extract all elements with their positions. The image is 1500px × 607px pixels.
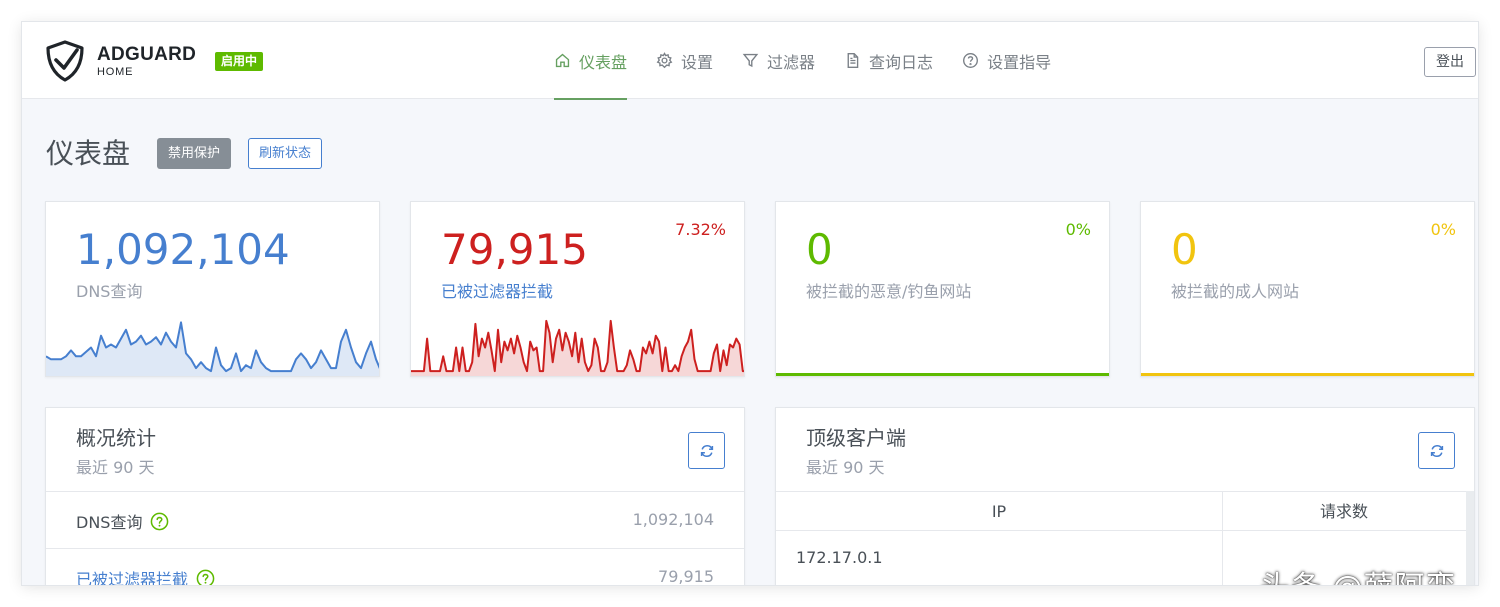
overview-panel: 概况统计 最近 90 天 DNS查询 1,092,104 已被过滤器拦截 79,… <box>45 407 745 585</box>
adult-sites-value: 0 <box>1171 225 1198 274</box>
top-clients-subtitle: 最近 90 天 <box>806 458 885 477</box>
document-icon <box>847 53 859 68</box>
adguard-logo-icon[interactable] <box>44 40 86 82</box>
brand-name: ADGUARD <box>97 44 197 65</box>
top-header: ADGUARD HOME 启用中 仪表盘 设置 过滤器 查询日志 设置指导 登出 <box>22 22 1478 100</box>
help-circle-icon <box>963 53 979 68</box>
nav-label: 过滤器 <box>767 52 816 72</box>
question-circle-icon[interactable] <box>150 512 169 531</box>
column-header-ip[interactable]: IP <box>776 492 1222 532</box>
nav-settings[interactable]: 设置 <box>656 22 713 99</box>
dns-queries-sparkline <box>46 314 379 376</box>
nav-label: 设置 <box>681 52 714 72</box>
nav-query-log[interactable]: 查询日志 <box>844 22 933 99</box>
blocked-filters-value: 79,915 <box>441 225 588 274</box>
logout-button[interactable]: 登出 <box>1424 47 1476 77</box>
table-scrollbar[interactable] <box>1466 491 1474 585</box>
adult-sites-bar <box>1141 373 1474 376</box>
malware-phishing-value: 0 <box>806 225 833 274</box>
protection-status-badge: 启用中 <box>215 52 264 71</box>
row-label-text: 已被过滤器拦截 <box>76 570 189 585</box>
page-title: 仪表盘 <box>46 137 131 170</box>
nav-label: 设置指导 <box>987 52 1052 72</box>
client-ip-cell: 172.17.0.1 <box>796 548 883 567</box>
adult-sites-percent: 0% <box>1430 220 1456 239</box>
overview-row-blocked: 已被过滤器拦截 79,915 <box>46 548 744 585</box>
overview-row-label: DNS查询 <box>76 509 169 533</box>
malware-phishing-card: 0% 0 被拦截的恶意/钓鱼网站 <box>775 201 1110 377</box>
nav-dashboard[interactable]: 仪表盘 <box>554 22 628 100</box>
top-clients-panel: 顶级客户端 最近 90 天 IP 请求数 172.17.0.1 <box>775 407 1475 585</box>
nav-setup-guide[interactable]: 设置指导 <box>962 22 1051 99</box>
app-window: ADGUARD HOME 启用中 仪表盘 设置 过滤器 查询日志 设置指导 登出… <box>22 22 1478 585</box>
blocked-filters-label[interactable]: 已被过滤器拦截 <box>441 278 553 302</box>
column-header-requests[interactable]: 请求数 <box>1222 492 1466 532</box>
overview-title: 概况统计 <box>76 426 156 450</box>
disable-protection-button[interactable]: 禁用保护 <box>157 138 232 169</box>
main-nav: 仪表盘 设置 过滤器 查询日志 设置指导 <box>554 22 1080 100</box>
overview-subtitle: 最近 90 天 <box>76 458 155 477</box>
dns-queries-label: DNS查询 <box>76 282 143 301</box>
column-divider <box>1222 491 1223 585</box>
brand-sub: HOME <box>97 66 134 78</box>
overview-row-value: 1,092,104 <box>632 510 714 529</box>
watermark-text: 头条 @薛阿蛮 <box>1260 562 1457 585</box>
malware-phishing-percent: 0% <box>1065 220 1091 239</box>
nav-label: 仪表盘 <box>579 52 628 72</box>
row-label-text: DNS查询 <box>76 513 143 532</box>
top-clients-title: 顶级客户端 <box>806 426 906 450</box>
refresh-icon <box>1430 444 1443 457</box>
overview-row-value: 79,915 <box>658 567 714 585</box>
adult-sites-card: 0% 0 被拦截的成人网站 <box>1140 201 1475 377</box>
gear-icon <box>656 52 673 69</box>
question-circle-icon[interactable] <box>196 569 215 586</box>
nav-filters[interactable]: 过滤器 <box>742 22 815 99</box>
overview-refresh-button[interactable] <box>688 432 725 469</box>
dns-queries-value: 1,092,104 <box>76 225 290 274</box>
top-clients-refresh-button[interactable] <box>1418 432 1455 469</box>
malware-phishing-bar <box>776 373 1109 376</box>
refresh-status-button[interactable]: 刷新状态 <box>248 138 323 169</box>
top-clients-table-header: IP 请求数 <box>776 491 1466 531</box>
nav-label: 查询日志 <box>869 52 934 72</box>
overview-row-dns-queries: DNS查询 1,092,104 <box>46 491 744 548</box>
brand[interactable]: ADGUARD HOME <box>97 44 197 79</box>
filter-icon <box>742 53 759 68</box>
dns-queries-card: 1,092,104 DNS查询 <box>45 201 380 377</box>
home-icon <box>555 53 570 68</box>
overview-row-label[interactable]: 已被过滤器拦截 <box>76 566 215 585</box>
blocked-filters-sparkline <box>411 314 744 376</box>
blocked-filters-percent: 7.32% <box>675 220 726 239</box>
blocked-filters-card: 7.32% 79,915 已被过滤器拦截 <box>410 201 745 377</box>
malware-phishing-label: 被拦截的恶意/钓鱼网站 <box>806 282 972 301</box>
adult-sites-label: 被拦截的成人网站 <box>1171 282 1300 301</box>
refresh-icon <box>700 444 713 457</box>
